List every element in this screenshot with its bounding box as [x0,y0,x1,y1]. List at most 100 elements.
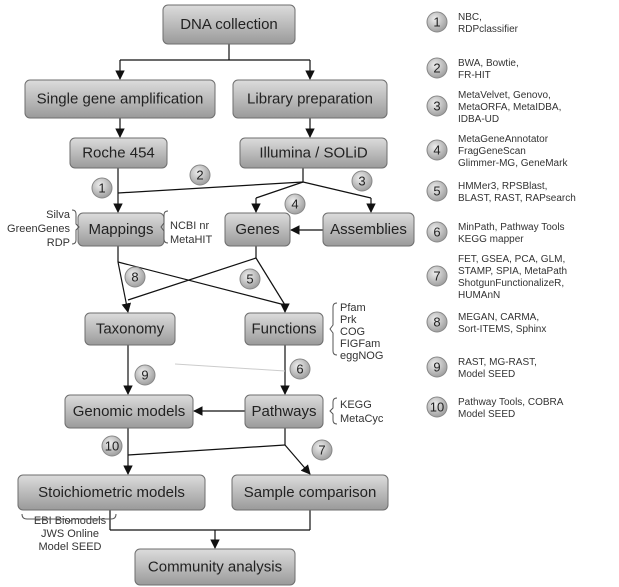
box-label: Library preparation [247,91,373,108]
legend-item-2: 2 BWA, Bowtie,FR-HIT [426,57,519,81]
step-marker-10: 10 [101,435,123,457]
step-number: 2 [196,168,203,183]
legend-marker: 9 [426,356,448,378]
legend-item-9: 9 RAST, MG-RAST,Model SEED [426,356,537,380]
box-label: Sample comparison [244,484,377,501]
box-community: Community analysis [134,548,296,586]
legend-item-3: 3 MetaVelvet, Genovo,MetaORFA, MetaIDBA,I… [426,90,561,125]
box-label: Functions [251,321,316,338]
side-labels-pathways: KEGG MetaCyc [329,397,384,425]
box-single: Single gene amplification [24,79,216,119]
box-label: Illumina / SOLiD [259,145,368,162]
svg-text:9: 9 [433,360,440,375]
box-assemblies: Assemblies [322,212,415,247]
svg-text:6: 6 [433,225,440,240]
box-mappings: Mappings [77,212,165,247]
legend-item-4: 4 MetaGeneAnnotatorFragGeneScanGlimmer-MG… [426,134,568,169]
box-illumina: Illumina / SOLiD [239,137,388,169]
step-marker-6: 6 [289,358,311,380]
legend-item-10: 10 Pathway Tools, COBRAModel SEED [426,396,564,420]
step-number: 8 [131,270,138,285]
step-marker-9: 9 [134,364,156,386]
legend-text: Model SEED [458,369,515,380]
legend-text: RAST, MG-RAST, [458,357,537,368]
legend-text: MetaGeneAnnotator [458,134,549,145]
legend-text: FragGeneScan [458,146,526,157]
step-marker-3: 3 [351,170,373,192]
side-label: Prk [340,314,357,326]
side-labels-mappings_right: NCBI nr MetaHIT [160,210,212,246]
svg-text:3: 3 [433,99,440,114]
box-label: Single gene amplification [37,91,204,108]
legend-text: MetaORFA, MetaIDBA, [458,102,561,113]
legend-marker: 2 [426,57,448,79]
legend-text: MinPath, Pathway Tools [458,222,565,233]
legend-text: BLAST, RAST, RAPsearch [458,193,576,204]
box-library: Library preparation [232,79,388,119]
step-number: 10 [105,439,119,454]
box-label: Genes [235,221,279,238]
side-label: KEGG [340,399,372,411]
legend-marker: 1 [426,11,448,33]
legend-marker: 10 [426,396,448,418]
box-roche: Roche 454 [69,137,168,169]
box-genes: Genes [224,212,291,247]
brace [329,302,338,356]
step-number: 7 [318,443,325,458]
side-label: MetaCyc [340,413,384,425]
svg-text:4: 4 [433,143,440,158]
legend-text: BWA, Bowtie, [458,58,519,69]
box-label: Community analysis [148,559,282,576]
box-sample: Sample comparison [231,474,389,511]
step-marker-2: 2 [189,164,211,186]
side-label: Silva [46,209,71,221]
connector-line [117,261,132,313]
box-genomic: Genomic models [64,394,194,429]
legend-text: MEGAN, CARMA, [458,312,539,323]
box-taxonomy: Taxonomy [84,312,176,346]
box-stoich: Stoichiometric models [17,474,206,511]
legend-text: IDBA-UD [458,114,499,125]
side-label: Model SEED [39,541,102,553]
legend-text: Pathway Tools, COBRA [458,397,564,408]
svg-text:10: 10 [430,400,444,415]
legend-item-8: 8 MEGAN, CARMA,Sort-ITEMS, Sphinx [426,311,546,335]
connector-line [284,444,311,475]
legend-item-5: 5 HMMer3, RPSBlast,BLAST, RAST, RAPsearch [426,180,576,204]
side-label: JWS Online [41,528,99,540]
side-label: FIGFam [340,338,380,350]
step-marker-7: 7 [311,439,333,461]
legend-item-6: 6 MinPath, Pathway ToolsKEGG mapper [426,221,565,245]
box-dna: DNA collection [162,4,296,45]
box-label: Pathways [251,403,316,420]
svg-text:1: 1 [433,15,440,30]
legend-text: NBC, [458,12,482,23]
legend-text: HMMer3, RPSBlast, [458,181,547,192]
step-number: 4 [291,197,298,212]
side-label: RDP [47,237,70,249]
step-marker-8: 8 [124,266,146,288]
side-label: NCBI nr [170,220,209,232]
brace [329,397,338,425]
svg-text:8: 8 [433,315,440,330]
step-marker-4: 4 [284,193,306,215]
legend: 1 NBC,RDPclassifier 2 BWA, Bowtie,FR-HIT 3 Me… [426,11,576,420]
step-number: 1 [98,181,105,196]
legend-text: FR-HIT [458,70,491,81]
step-number: 3 [358,174,365,189]
step-number: 5 [246,272,253,287]
legend-text: RDPclassifier [458,24,519,35]
step-number: 6 [296,362,303,377]
side-label: COG [340,326,365,338]
legend-text: STAMP, SPIA, MetaPath [458,266,567,277]
legend-marker: 3 [426,95,448,117]
connector-line [127,444,286,456]
step-marker-5: 5 [239,268,261,290]
legend-text: Sort-ITEMS, Sphinx [458,324,546,335]
legend-text: FET, GSEA, PCA, GLM, [458,254,565,265]
step-number: 9 [141,368,148,383]
side-label: Pfam [340,302,366,314]
side-label: eggNOG [340,350,383,362]
connector-line [255,257,286,306]
side-label: GreenGenes [7,223,70,235]
